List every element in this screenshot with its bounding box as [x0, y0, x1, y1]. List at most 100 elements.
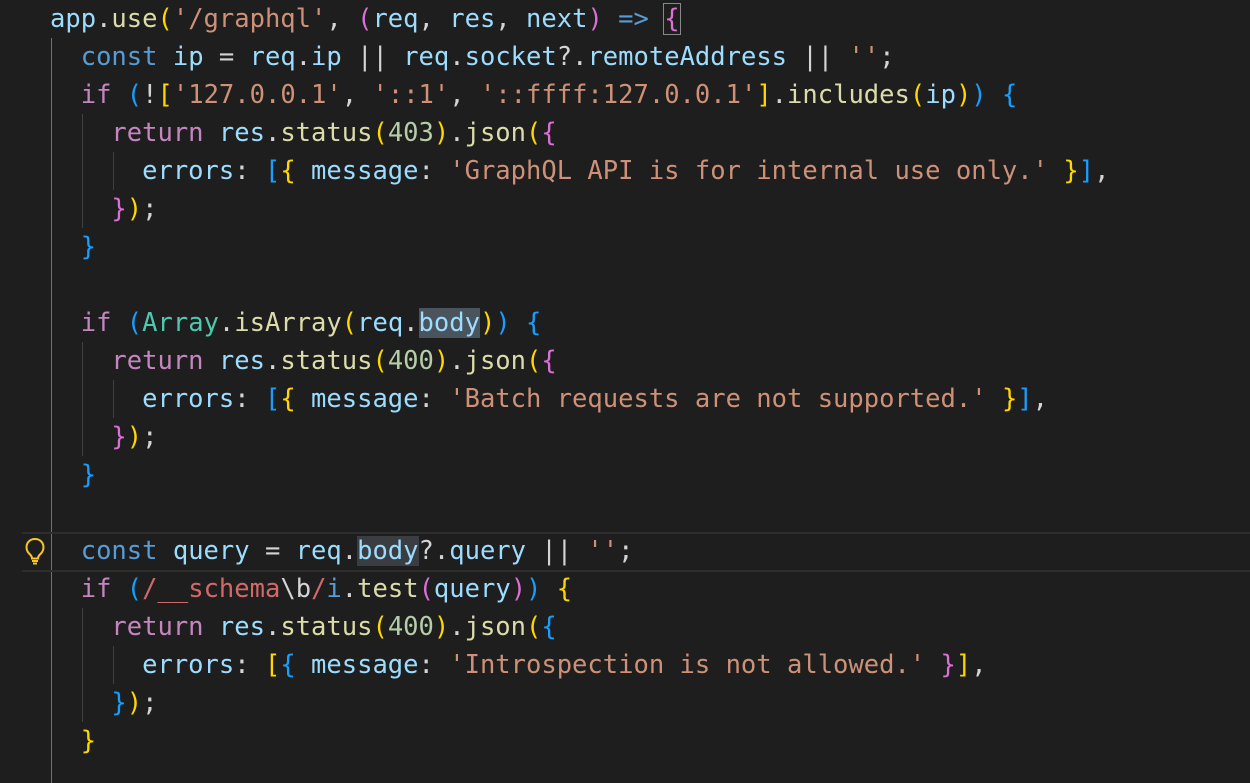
- code-token: .: [295, 42, 312, 72]
- code-line[interactable]: if (!['127.0.0.1', '::1', '::ffff:127.0.…: [0, 76, 1250, 114]
- code-token: i: [326, 574, 342, 604]
- code-line-text: return res.status(400).json({: [50, 342, 556, 380]
- code-token: message: [311, 156, 419, 186]
- code-token: ?.: [556, 42, 588, 72]
- code-line[interactable]: const ip = req.ip || req.socket?.remoteA…: [0, 38, 1250, 76]
- code-token: ): [433, 118, 450, 148]
- code-token: (: [526, 118, 542, 148]
- code-line[interactable]: });: [0, 418, 1250, 456]
- code-token: ip: [311, 42, 342, 72]
- code-line[interactable]: });: [0, 190, 1250, 228]
- code-token: .: [264, 118, 281, 148]
- code-line-text: return res.status(403).json({: [50, 114, 557, 152]
- code-token: [: [264, 156, 281, 186]
- code-token: if: [80, 80, 112, 110]
- code-token: '127.0.0.1': [172, 80, 342, 110]
- code-line[interactable]: return res.status(400).json({: [0, 342, 1250, 380]
- code-token: query: [433, 574, 511, 604]
- code-token: ): [126, 194, 143, 224]
- code-line-text: if (Array.isArray(req.body)) {: [50, 304, 541, 342]
- code-token: ,: [418, 4, 450, 34]
- code-token: ): [955, 80, 972, 110]
- code-token: app: [50, 4, 97, 34]
- code-line[interactable]: }: [0, 456, 1250, 494]
- code-token: ,: [341, 80, 373, 110]
- code-line-text: errors: [{ message: 'Batch requests are …: [50, 380, 1048, 418]
- code-token: }: [1063, 156, 1079, 186]
- code-token: res: [218, 118, 265, 148]
- code-line[interactable]: errors: [{ message: 'Introspection is no…: [0, 646, 1250, 684]
- code-line[interactable]: if (/__schema\b/i.test(query)) {: [0, 570, 1250, 608]
- code-line[interactable]: }: [0, 228, 1250, 266]
- code-token: {: [556, 574, 573, 604]
- code-token: {: [541, 612, 557, 642]
- code-token: status: [280, 346, 373, 376]
- code-token: ,: [971, 650, 987, 680]
- code-line[interactable]: }: [0, 722, 1250, 760]
- code-token: ;: [618, 536, 634, 566]
- code-token: (: [372, 612, 388, 642]
- code-token: req: [295, 536, 342, 566]
- code-token: status: [280, 612, 373, 642]
- code-token: '::ffff:127.0.0.1': [479, 80, 757, 110]
- code-token: return: [111, 612, 204, 642]
- code-token: {: [1002, 80, 1018, 110]
- code-token: body: [357, 536, 419, 566]
- code-line-text: errors: [{ message: 'GraphQL API is for …: [50, 152, 1109, 190]
- code-token: :: [418, 384, 450, 414]
- code-line[interactable]: errors: [{ message: 'GraphQL API is for …: [0, 152, 1250, 190]
- code-line[interactable]: return res.status(403).json({: [0, 114, 1250, 152]
- code-token: =: [203, 42, 250, 72]
- code-line[interactable]: [0, 266, 1250, 304]
- code-token: {: [541, 118, 557, 148]
- code-token: test: [357, 574, 419, 604]
- code-token: ||: [526, 536, 588, 566]
- code-line[interactable]: app.use('/graphql', (req, res, next) => …: [0, 0, 1250, 38]
- code-token: 'Introspection is not allowed.': [449, 650, 926, 680]
- code-token: ): [433, 612, 450, 642]
- code-line[interactable]: return res.status(400).json({: [0, 608, 1250, 646]
- code-line[interactable]: errors: [{ message: 'Batch requests are …: [0, 380, 1250, 418]
- code-token: 400: [387, 346, 434, 376]
- code-token: .: [264, 346, 281, 376]
- code-token: .: [403, 308, 419, 338]
- lightbulb-icon[interactable]: [24, 536, 46, 566]
- code-line[interactable]: [0, 494, 1250, 532]
- code-line[interactable]: const query = req.body?.query || '';: [0, 532, 1250, 572]
- code-token: :: [234, 384, 265, 414]
- code-token: (: [372, 118, 388, 148]
- code-token: const: [80, 42, 158, 72]
- code-token: (: [357, 4, 373, 34]
- code-token: return: [111, 346, 204, 376]
- code-token: ]: [1078, 156, 1095, 186]
- code-line-text: if (!['127.0.0.1', '::1', '::ffff:127.0.…: [50, 76, 1018, 114]
- code-token: .: [449, 118, 465, 148]
- code-line-text: const query = req.body?.query || '';: [50, 532, 634, 570]
- code-token: /: [311, 574, 327, 604]
- code-token: isArray: [234, 308, 342, 338]
- code-token: req: [403, 42, 450, 72]
- code-token: 400: [387, 612, 434, 642]
- code-token: }: [111, 688, 127, 718]
- code-token: (: [126, 574, 143, 604]
- code-token: (: [126, 308, 143, 338]
- code-line[interactable]: if (Array.isArray(req.body)) {: [0, 304, 1250, 342]
- code-editor[interactable]: app.use('/graphql', (req, res, next) => …: [0, 0, 1250, 783]
- code-line[interactable]: });: [0, 684, 1250, 722]
- code-token: ): [126, 422, 143, 452]
- code-token: \b: [280, 574, 312, 604]
